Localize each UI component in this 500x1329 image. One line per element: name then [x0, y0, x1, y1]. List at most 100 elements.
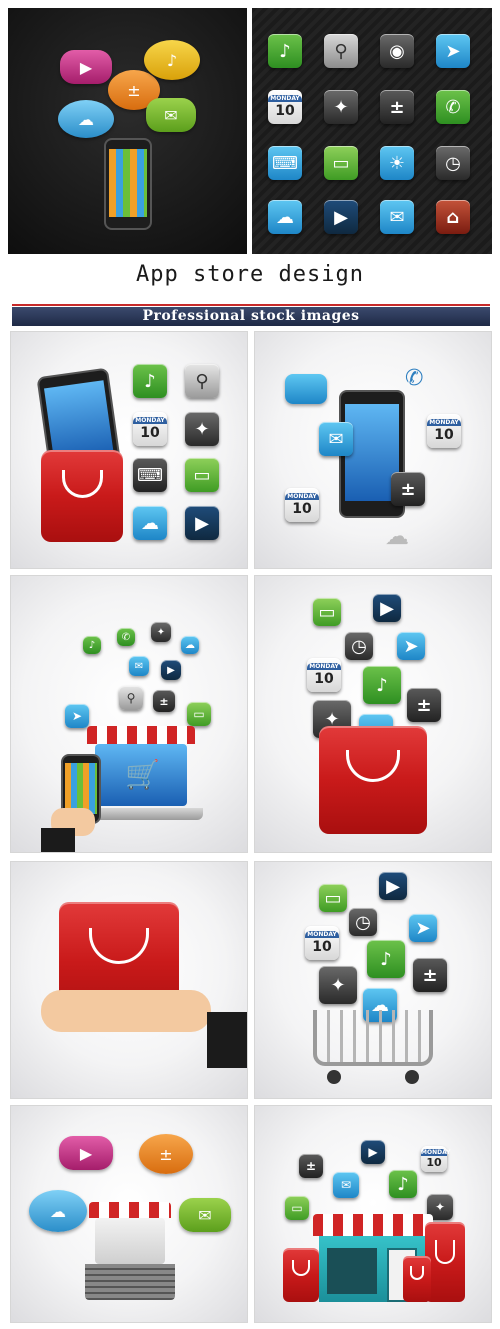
- play-icon: ▶: [361, 1140, 385, 1164]
- location-arrow-icon: ➤: [409, 914, 437, 942]
- mail-bubble: ✉: [146, 98, 196, 132]
- play-icon: ▶: [324, 200, 358, 234]
- store-window: [327, 1248, 377, 1294]
- keyboard-icon: ⌨: [268, 146, 302, 180]
- laptop-base: [85, 1264, 175, 1300]
- calculator-icon: ±: [299, 1154, 323, 1178]
- mail-icon: ✉: [380, 200, 414, 234]
- music-icon: ♪: [83, 636, 101, 654]
- panel-bag-phone: ♪ ⚲ MONDAY 10 ✦ ⌨ ▭ ☁ ▶: [10, 331, 248, 569]
- calendar-icon: MONDAY 10: [133, 412, 167, 446]
- location-arrow-icon: ➤: [65, 704, 89, 728]
- weather-icon: ☀: [380, 146, 414, 180]
- video-bubble: ▶: [59, 1136, 113, 1170]
- panel-phone-icons: ✉ MONDAY 10 ± MONDAY 10 ✆ ☁: [254, 331, 492, 569]
- calendar-icon: MONDAY 10: [427, 414, 461, 448]
- search-icon: ⚲: [324, 34, 358, 68]
- compass-icon: ✦: [185, 412, 219, 446]
- chat-bubble: [285, 374, 327, 404]
- cloud-icon: ☁: [385, 522, 409, 550]
- cart-wheel: [327, 1070, 341, 1084]
- panel-laptop-store: ♪ ✆ ✦ ☁ ✉ ▶ ⚲ ± ➤ ▭ 🛒: [10, 575, 248, 853]
- mail-icon: ✉: [333, 1172, 359, 1198]
- phone-icon: ✆: [117, 628, 135, 646]
- clock-icon: ◷: [349, 908, 377, 936]
- shopping-bag-icon: ⌂: [436, 200, 470, 234]
- shopping-bag-icon: [283, 1248, 319, 1302]
- stock-banner: Professional stock images: [12, 304, 490, 326]
- cloud-icon: ☁: [181, 636, 199, 654]
- compass-icon: ✦: [319, 966, 357, 1004]
- speaker-icon: ◉: [380, 34, 414, 68]
- location-arrow-icon: ➤: [436, 34, 470, 68]
- calendar-icon: MONDAY 10: [268, 90, 302, 124]
- panel-cart-icons: ▭ ▶ ◷ ➤ MONDAY 10 ♪ ± ✦ ☁: [254, 861, 492, 1099]
- store-awning: [313, 1214, 433, 1236]
- shopping-bag-icon: [425, 1222, 465, 1302]
- keyboard-icon: ⌨: [133, 458, 167, 492]
- phone-icon: ✆: [436, 90, 470, 124]
- location-arrow-icon: ➤: [397, 632, 425, 660]
- shopping-cart-icon: [313, 1010, 433, 1066]
- panel-bag-icons: ▭ ▶ ◷ ➤ MONDAY 10 ♪ ± ✦ ☁: [254, 575, 492, 853]
- calendar-icon: MONDAY 10: [421, 1146, 451, 1172]
- clock-icon: ◷: [436, 146, 470, 180]
- music-icon: ♪: [133, 364, 167, 398]
- panel-laptop-bubbles: ▶ ± ☁ ✉: [10, 1105, 248, 1323]
- calculator-icon: ±: [153, 690, 175, 712]
- compass-icon: ✦: [151, 622, 171, 642]
- cloud-icon: ☁: [133, 506, 167, 540]
- sleeve: [41, 828, 75, 852]
- shopping-bag-icon: [403, 1256, 431, 1302]
- cloud-icon: ☁: [268, 200, 302, 234]
- panel-storefront: ± ▶ MONDAY 10 ✉ ♪ ▭ ✦: [254, 1105, 492, 1323]
- chat-icon: ▭: [324, 146, 358, 180]
- play-icon: ▶: [185, 506, 219, 540]
- panel-top-left: ▶ ± ♪ ☁ ✉: [8, 8, 247, 254]
- panel-top-right: ♪ ⚲ ◉ ➤ MONDAY 10 ✦ ± ✆ ⌨ ▭ ☀ ◷ ☁ ▶ ✉ ⌂: [252, 8, 492, 254]
- calendar-icon: MONDAY 10: [305, 926, 339, 960]
- search-icon: ⚲: [185, 364, 219, 398]
- hand: [41, 990, 211, 1032]
- laptop-screen: 🛒: [95, 744, 187, 806]
- calculator-icon: ±: [380, 90, 414, 124]
- mail-icon: ✉: [129, 656, 149, 676]
- smartphone: [104, 138, 152, 230]
- compass-icon: ✦: [324, 90, 358, 124]
- calendar-icon: MONDAY 10: [307, 658, 341, 692]
- clock-icon: ◷: [345, 632, 373, 660]
- store-awning: [89, 1202, 171, 1218]
- panel-bag-hand: [10, 861, 248, 1099]
- chat-icon: ▭: [285, 1196, 309, 1220]
- video-bubble: ▶: [60, 50, 112, 84]
- calculator-icon: ±: [413, 958, 447, 992]
- calculator-icon: ±: [391, 472, 425, 506]
- music-bubble: ♪: [144, 40, 200, 80]
- shopping-bag-icon: [319, 726, 427, 834]
- mail-bubble: ✉: [179, 1198, 231, 1232]
- sleeve: [207, 1012, 247, 1068]
- calculator-bubble: ±: [139, 1134, 193, 1174]
- cloud-bubble: ☁: [58, 100, 114, 138]
- music-icon: ♪: [367, 940, 405, 978]
- mail-icon: ✉: [319, 422, 353, 456]
- cart-wheel: [405, 1070, 419, 1084]
- laptop-screen: [95, 1218, 165, 1264]
- search-icon: ⚲: [119, 686, 143, 710]
- phone-icon: ✆: [405, 366, 424, 391]
- chat-icon: ▭: [313, 598, 341, 626]
- chat-icon: ▭: [319, 884, 347, 912]
- music-icon: ♪: [363, 666, 401, 704]
- shopping-bag-icon: [41, 450, 123, 542]
- play-icon: ▶: [161, 660, 181, 680]
- music-icon: ♪: [268, 34, 302, 68]
- play-icon: ▶: [373, 594, 401, 622]
- music-icon: ♪: [389, 1170, 417, 1198]
- calculator-icon: ±: [407, 688, 441, 722]
- play-icon: ▶: [379, 872, 407, 900]
- calendar-icon: MONDAY 10: [285, 488, 319, 522]
- cloud-bubble: ☁: [29, 1190, 87, 1232]
- page-title: App store design: [136, 262, 364, 287]
- store-awning: [87, 726, 195, 744]
- shopping-cart-icon: 🛒: [125, 758, 160, 791]
